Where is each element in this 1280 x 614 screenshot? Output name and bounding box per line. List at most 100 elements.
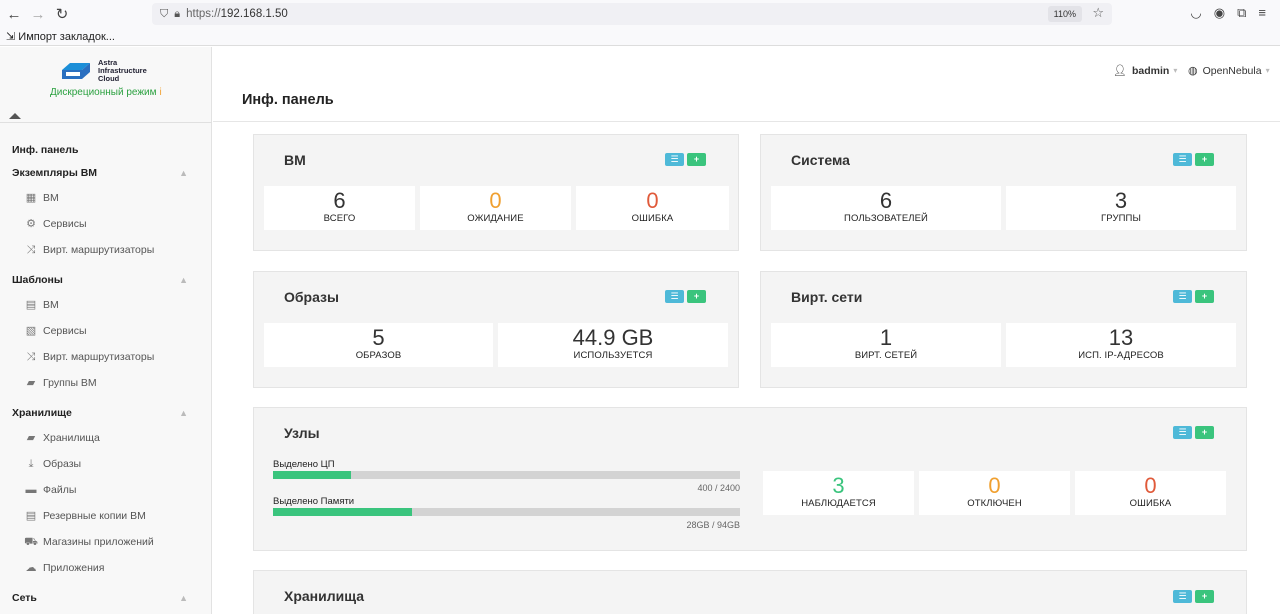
brand-logo[interactable]: Astra Infrastructure Cloud bbox=[60, 59, 158, 83]
add-button[interactable]: + bbox=[1195, 153, 1214, 166]
stat-hosts-error[interactable]: 0 ОШИБКА bbox=[1075, 471, 1226, 515]
chevron-up-icon: ▲ bbox=[179, 408, 188, 418]
sidebar-item-storage-5[interactable]: ☁ Приложения bbox=[0, 555, 212, 581]
account-icon[interactable]: ◉ bbox=[1214, 5, 1225, 21]
sidebar-section-vm-instances[interactable]: Экземпляры ВМ ▲ bbox=[0, 162, 212, 185]
download-icon: ⤓ bbox=[28, 458, 34, 470]
user-menu[interactable]: 👤︎ badmin ▾ bbox=[1113, 64, 1178, 78]
stat-label: ПОЛЬЗОВАТЕЛЕЙ bbox=[844, 213, 928, 224]
sidebar-item-vm-instances-0[interactable]: ▦ ВМ bbox=[0, 185, 212, 211]
import-bookmarks-link[interactable]: Импорт закладок... bbox=[18, 31, 115, 43]
stat-vm-total[interactable]: 6 ВСЕГО bbox=[264, 186, 415, 230]
sidebar: Astra Infrastructure Cloud Дискреционный… bbox=[0, 47, 212, 614]
pocket-icon[interactable]: ◡ bbox=[1190, 5, 1201, 21]
panel-title: ВМ bbox=[284, 152, 306, 168]
sidebar-item-templates-0[interactable]: ▤ ВМ bbox=[0, 292, 212, 318]
stat-hosts-disabled[interactable]: 0 ОТКЛЮЧЕН bbox=[919, 471, 1070, 515]
forward-icon[interactable]: → bbox=[25, 1, 51, 27]
url-bar[interactable]: ⛉ 🔒︎ https://192.168.1.50 110% ☆ bbox=[152, 3, 1112, 25]
panel-hosts: Узлы ☰ + Выделено ЦП 400 / 2400 Выделено… bbox=[253, 407, 1247, 551]
section-title: Сеть bbox=[12, 592, 37, 604]
sidebar-item-vm-instances-1[interactable]: ⚙ Сервисы bbox=[0, 211, 212, 237]
chevron-down-icon: ▾ bbox=[1265, 66, 1270, 75]
sidebar-item-templates-3[interactable]: ▰ Группы ВМ bbox=[0, 370, 212, 396]
files-icon: ▧ bbox=[25, 325, 37, 337]
stat-vm-error[interactable]: 0 ОШИБКА bbox=[576, 186, 729, 230]
add-button[interactable]: + bbox=[687, 290, 706, 303]
sidebar-item-templates-2[interactable]: ⤨ Вирт. маршрутизаторы bbox=[0, 344, 212, 370]
url-text: https://192.168.1.50 bbox=[186, 8, 288, 20]
list-button[interactable]: ☰ bbox=[665, 290, 684, 303]
stat-images[interactable]: 5 ОБРАЗОВ bbox=[264, 323, 493, 367]
sidebar-item-storage-0[interactable]: ▰ Хранилища bbox=[0, 425, 212, 451]
memory-allocated-bar bbox=[273, 508, 740, 516]
list-button[interactable]: ☰ bbox=[1173, 426, 1192, 439]
zoom-level[interactable]: 110% bbox=[1047, 6, 1082, 22]
sidebar-section-templates[interactable]: Шаблоны ▲ bbox=[0, 269, 212, 292]
add-button[interactable]: + bbox=[1195, 290, 1214, 303]
import-bookmarks-icon[interactable]: ⇲ bbox=[6, 31, 15, 43]
sidebar-item-storage-1[interactable]: ⤓ Образы bbox=[0, 451, 212, 477]
storage-items: ▰ Хранилища ⤓ Образы ▬ Файлы ▤ Резервные копии … bbox=[0, 425, 212, 581]
stat-images-used[interactable]: 44.9 GB ИСПОЛЬЗУЕТСЯ bbox=[498, 323, 728, 367]
reload-icon[interactable]: ↻ bbox=[49, 1, 75, 27]
sidebar-menu: Инф. панель Экземпляры ВМ ▲ ▦ ВМ ⚙ Сервисы ⤨… bbox=[0, 139, 212, 610]
add-button[interactable]: + bbox=[1195, 590, 1214, 603]
vm-instances-items: ▦ ВМ ⚙ Сервисы ⤨ Вирт. маршрутизаторы bbox=[0, 185, 212, 263]
sidebar-item-storage-4[interactable]: ⛟ Магазины приложений bbox=[0, 529, 212, 555]
stat-label: ОШИБКА bbox=[1129, 498, 1172, 509]
stat-value: 44.9 GB bbox=[572, 325, 654, 350]
sidebar-item-dashboard[interactable]: Инф. панель bbox=[0, 139, 212, 162]
add-button[interactable]: + bbox=[1195, 426, 1214, 439]
list-button[interactable]: ☰ bbox=[1173, 590, 1192, 603]
zone-menu[interactable]: ◍ OpenNebula ▾ bbox=[1188, 64, 1270, 78]
list-button[interactable]: ☰ bbox=[1173, 290, 1192, 303]
menu-icon[interactable]: ≡ bbox=[1258, 5, 1266, 21]
extensions-icon[interactable]: ⧉ bbox=[1237, 5, 1246, 21]
sidebar-section-network[interactable]: Сеть ▲ bbox=[0, 587, 212, 610]
collapse-sidebar-icon[interactable] bbox=[9, 113, 21, 119]
file-icon: ▤ bbox=[25, 299, 37, 311]
browser-toolbar: ← → ↻ ⛉ 🔒︎ https://192.168.1.50 110% ☆ ◡… bbox=[0, 0, 1280, 28]
stat-value: 3 bbox=[832, 473, 845, 498]
stat-value: 0 bbox=[1144, 473, 1157, 498]
panel-title: Вирт. сети bbox=[791, 289, 863, 305]
stat-vm-pending[interactable]: 0 ОЖИДАНИЕ bbox=[420, 186, 571, 230]
stat-used-ips[interactable]: 13 ИСП. IP-АДРЕСОВ bbox=[1006, 323, 1236, 367]
user-name: badmin bbox=[1131, 64, 1170, 77]
sidebar-item-vm-instances-2[interactable]: ⤨ Вирт. маршрутизаторы bbox=[0, 237, 212, 263]
back-icon[interactable]: ← bbox=[1, 1, 27, 27]
cpu-allocated-fill bbox=[273, 471, 351, 479]
section-title: Хранилище bbox=[12, 407, 72, 419]
add-button[interactable]: + bbox=[687, 153, 706, 166]
panel-images: Образы ☰ + 5 ОБРАЗОВ 44.9 GB ИСПОЛЬЗУЕТС… bbox=[253, 271, 739, 388]
sidebar-item-templates-1[interactable]: ▧ Сервисы bbox=[0, 318, 212, 344]
stat-label: ВСЕГО bbox=[323, 213, 356, 224]
stat-vnets[interactable]: 1 ВИРТ. СЕТЕЙ bbox=[771, 323, 1001, 367]
stat-groups[interactable]: 3 ГРУППЫ bbox=[1006, 186, 1236, 230]
memory-allocated-value: 28GB / 94GB bbox=[686, 520, 740, 530]
stat-hosts-monitored[interactable]: 3 НАБЛЮДАЕТСЯ bbox=[763, 471, 914, 515]
sidebar-item-label: ВМ bbox=[43, 192, 59, 204]
astra-logo-icon bbox=[62, 63, 90, 79]
panel-title: Образы bbox=[284, 289, 339, 305]
panel-datastores: Хранилища ☰ + bbox=[253, 570, 1247, 614]
url-host: 192.168.1.50 bbox=[220, 8, 288, 20]
sidebar-item-storage-3[interactable]: ▤ Резервные копии ВМ bbox=[0, 503, 212, 529]
sidebar-section-storage[interactable]: Хранилище ▲ bbox=[0, 402, 212, 425]
list-button[interactable]: ☰ bbox=[665, 153, 684, 166]
stat-label: ОТКЛЮЧЕН bbox=[967, 498, 1022, 509]
sidebar-item-storage-2[interactable]: ▬ Файлы bbox=[0, 477, 212, 503]
info-icon[interactable]: i bbox=[160, 87, 162, 98]
zone-name: OpenNebula bbox=[1202, 64, 1262, 77]
stat-users[interactable]: 6 ПОЛЬЗОВАТЕЛЕЙ bbox=[771, 186, 1001, 230]
access-mode: Дискреционный режим i bbox=[50, 87, 162, 98]
shield-icon: ⛉ bbox=[160, 7, 169, 20]
chevron-up-icon: ▲ bbox=[179, 275, 188, 285]
stat-value: 0 bbox=[489, 188, 502, 213]
bookmark-star-icon[interactable]: ☆ bbox=[1092, 5, 1104, 21]
chevron-down-icon: ▾ bbox=[1173, 66, 1178, 75]
list-button[interactable]: ☰ bbox=[1173, 153, 1192, 166]
cpu-allocated-value: 400 / 2400 bbox=[697, 483, 740, 493]
cpu-allocated-label: Выделено ЦП bbox=[273, 459, 335, 470]
